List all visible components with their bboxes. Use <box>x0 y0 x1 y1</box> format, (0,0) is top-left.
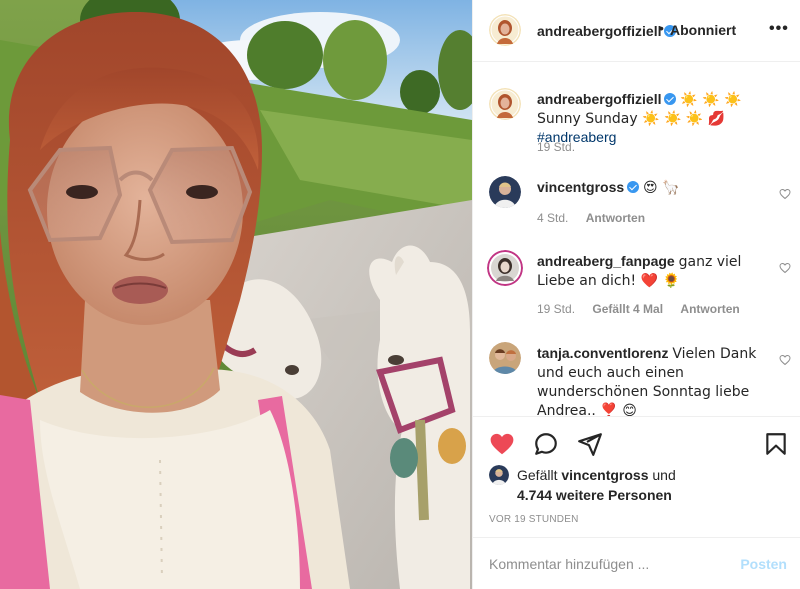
reply-button[interactable]: Antworten <box>586 211 645 225</box>
commenter-avatar[interactable] <box>489 342 521 374</box>
share-icon[interactable] <box>577 431 603 457</box>
heart-outline-icon[interactable] <box>779 262 791 274</box>
comment-time[interactable]: 19 Std. <box>537 302 575 316</box>
comment-body: vincentgross 😍 🦙 <box>537 178 769 197</box>
likes-prefix: Gefällt <box>517 467 558 483</box>
likes-others[interactable]: 4.744 weitere Personen <box>517 485 672 505</box>
comment-body: tanja.conventlorenz Vielen Dank und euch… <box>537 344 769 416</box>
caption-username[interactable]: andreabergoffiziell <box>537 91 661 107</box>
instagram-post: andreabergoffiziell • Abonniert ••• andr… <box>0 0 800 589</box>
commenter-avatar[interactable] <box>487 250 523 286</box>
commenter-avatar[interactable] <box>489 176 521 208</box>
more-options-icon[interactable]: ••• <box>769 20 789 38</box>
likes-conjunction: und <box>652 467 676 483</box>
comment-meta: 19 Std. Gefällt 4 Mal Antworten <box>537 302 754 316</box>
comment-composer: Posten <box>473 537 800 589</box>
comment-text: 😍 🦙 <box>643 180 680 196</box>
author-avatar[interactable] <box>489 14 521 46</box>
heart-filled-icon[interactable] <box>489 431 515 457</box>
reply-button[interactable]: Antworten <box>680 302 739 316</box>
bookmark-icon[interactable] <box>763 431 789 457</box>
comment-likes[interactable]: Gefällt 4 Mal <box>592 302 663 316</box>
following-button[interactable]: Abonniert <box>670 22 736 38</box>
comment-username[interactable]: vincentgross <box>537 179 624 195</box>
comment-input[interactable] <box>489 553 729 575</box>
post-timestamp[interactable]: VOR 19 STUNDEN <box>489 514 579 525</box>
caption-meta: 19 Std. <box>537 140 589 154</box>
author-username-text[interactable]: andreabergoffiziell <box>537 23 661 39</box>
likes-line-1: Gefällt vincentgross und <box>517 465 676 485</box>
author-username[interactable]: andreabergoffiziell <box>537 23 677 39</box>
comments-list[interactable]: andreabergoffiziell ☀️ ☀️ ☀️ Sunny Sunda… <box>473 62 800 417</box>
liker-avatar[interactable] <box>489 465 509 485</box>
comment-username[interactable]: tanja.conventlorenz <box>537 345 668 361</box>
header-separator: • <box>659 20 664 36</box>
comment-username[interactable]: andreaberg_fanpage <box>537 253 675 269</box>
comment-icon[interactable] <box>533 431 559 457</box>
caption-avatar[interactable] <box>489 88 521 120</box>
comment-body: andreaberg_fanpage ganz viel Liebe an di… <box>537 252 769 290</box>
heart-outline-icon[interactable] <box>779 354 791 366</box>
selfie-with-alpacas-image <box>0 0 472 589</box>
caption-body: andreabergoffiziell ☀️ ☀️ ☀️ Sunny Sunda… <box>537 90 769 146</box>
liker-username[interactable]: vincentgross <box>561 467 648 483</box>
post-sidebar: andreabergoffiziell • Abonniert ••• andr… <box>472 0 800 589</box>
comment-meta: 4 Std. Antworten <box>537 211 659 225</box>
post-header: andreabergoffiziell • Abonniert ••• <box>473 0 800 62</box>
post-actions: Gefällt vincentgross und 4.744 weitere P… <box>473 417 800 557</box>
comment-time[interactable]: 4 Std. <box>537 211 568 225</box>
post-comment-button[interactable]: Posten <box>740 556 787 572</box>
post-photo[interactable] <box>0 0 472 589</box>
caption-time[interactable]: 19 Std. <box>537 140 575 154</box>
verified-icon <box>627 181 640 193</box>
verified-icon <box>664 93 677 105</box>
heart-outline-icon[interactable] <box>779 188 791 200</box>
